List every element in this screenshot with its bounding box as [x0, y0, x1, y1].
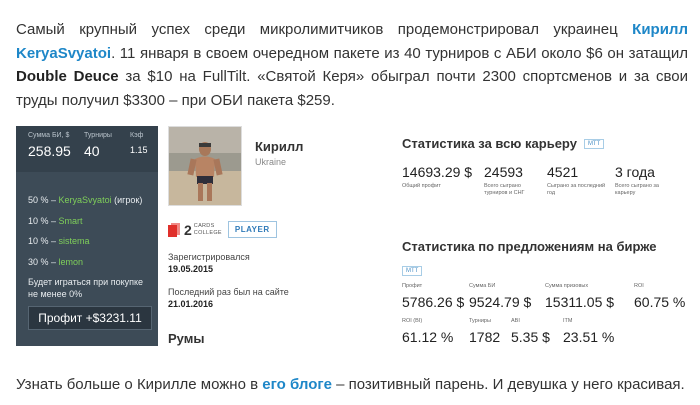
exchange-roi-bi-value: 61.12 % — [402, 329, 454, 345]
exchange-profit-value: 5786.26 $ — [402, 294, 465, 310]
exchange-roi-label: ROI — [634, 283, 644, 289]
stat-coef-label: Кэф — [130, 132, 144, 139]
cards-college-text: CARDS COLLEGE — [194, 223, 222, 236]
cards-icon — [168, 222, 180, 237]
exchange-stat-roi-bi: ROI (BI) 61.12 % — [402, 318, 453, 345]
exchange-abi-value: 5.35 $ — [511, 329, 550, 345]
exchange-tournaments-label: Турниры — [469, 318, 491, 324]
exchange-roi-value: 60.75 % — [634, 294, 686, 310]
career-stat-tournaments: 24593 Всего сыграно турниров и СНГ — [484, 164, 542, 197]
player-name: Кирилл — [255, 139, 304, 154]
career-tournaments-value: 24593 — [484, 164, 523, 180]
cards-college-logo: 2 CARDS COLLEGE — [168, 222, 222, 238]
outro-text-2: – позитивный парень. И девушка у него кр… — [331, 376, 685, 393]
exchange-mtt-tag: MTT — [402, 266, 423, 276]
share-name-link[interactable]: lemon — [59, 257, 84, 267]
share-row: 30 % – lemon — [28, 252, 142, 273]
exchange-prizes-value: 15311.05 $ — [545, 294, 615, 310]
exchange-stat-tournaments: Турниры 1782 — [469, 318, 500, 345]
player-country: Ukraine — [255, 157, 287, 167]
avatar-photo — [169, 127, 241, 205]
share-name-link[interactable]: KeryaSvyatoi — [59, 195, 112, 205]
intro-text-2: . 11 января в своем очередном пакете из … — [111, 44, 688, 62]
share-name-link[interactable]: Smart — [59, 216, 83, 226]
stat-tournaments-label: Турниры — [84, 132, 112, 139]
stat-bi-sum-label: Сумма БИ, $ — [28, 132, 70, 139]
career-profit-value: 14693.29 $ — [402, 164, 473, 180]
min-purchase-note: Будет играться при покупке не менее 0% — [28, 277, 144, 299]
share-row: 50 % – KeryaSvyatoi (игрок) — [28, 190, 142, 211]
exchange-stats-title: Статистика по предложениям на бирже — [402, 239, 657, 254]
career-tournaments-label: Всего сыграно турниров и СНГ — [484, 183, 525, 196]
exchange-itm-value: 23.51 % — [563, 329, 615, 345]
intro-paragraph: Самый крупный успех среди микролимитчико… — [16, 18, 688, 112]
cards-college-text-1: CARDS — [193, 223, 215, 229]
share-percent: 10 % – — [28, 236, 57, 246]
outro-text-1: Узнать больше о Кирилле можно в — [16, 376, 263, 393]
career-last-year-value: 4521 — [547, 164, 579, 180]
career-stat-years: 3 года Всего сыграно за карьеру — [615, 164, 667, 197]
share-percent: 50 % – — [28, 195, 57, 205]
exchange-stat-itm: ITM 23.51 % — [563, 318, 614, 345]
exchange-stats-title-text: Статистика по предложениям на бирже — [402, 239, 657, 254]
stat-tournaments-value: 40 — [84, 143, 100, 159]
registered-date: 19.05.2015 — [168, 264, 214, 274]
registered-label: Зарегистрировался — [168, 252, 250, 262]
tournament-name: Double Deuce — [16, 68, 119, 85]
cards-college-text-2: COLLEGE — [193, 229, 222, 236]
cards-college-number: 2 — [184, 221, 192, 238]
career-years-value: 3 года — [615, 164, 655, 180]
shares-list: 50 % – KeryaSvyatoi (игрок) 10 % – Smart… — [28, 190, 142, 272]
last-seen-date: 21.01.2016 — [168, 299, 214, 309]
share-row: 10 % – sistema — [28, 231, 142, 252]
package-panel: Сумма БИ, $ 258.95 Турниры 40 Кэф 1.15 5… — [16, 126, 158, 346]
exchange-bi-sum-label: Сумма БИ — [469, 283, 496, 289]
exchange-profit-label: Профит — [402, 283, 423, 289]
package-stats-bar: Сумма БИ, $ 258.95 Турниры 40 Кэф 1.15 — [16, 126, 158, 172]
career-stat-profit: 14693.29 $ Общий профит — [402, 164, 472, 190]
career-years-label: Всего сыграно за карьеру — [615, 183, 659, 196]
intro-text-1: Самый крупный успех среди микролимитчико… — [16, 21, 633, 38]
exchange-stat-abi: ABI 5.35 $ — [511, 318, 550, 345]
share-percent: 30 % – — [28, 256, 57, 267]
stat-coef: Кэф 1.15 — [130, 132, 148, 155]
career-stat-last-year: 4521 Сыграно за последний год — [547, 164, 607, 197]
exchange-bi-sum-value: 9524.79 $ — [469, 294, 532, 310]
rooms-title: Румы — [168, 331, 205, 346]
career-last-year-label: Сыграно за последний год — [547, 183, 606, 196]
blog-link[interactable]: его блоге — [262, 376, 332, 393]
exchange-stat-prizes: Сумма призовых 15311.05 $ — [545, 283, 614, 310]
exchange-roi-bi-label: ROI (BI) — [402, 318, 423, 324]
player-badges: 2 CARDS COLLEGE PLAYER — [168, 221, 277, 238]
player-badge: PLAYER — [227, 221, 277, 238]
profit-button[interactable]: Профит +$3231.11 — [28, 306, 152, 330]
career-profit-label: Общий профит — [402, 183, 441, 189]
exchange-stat-bi-sum: Сумма БИ 9524.79 $ — [469, 283, 531, 310]
exchange-stat-roi: ROI 60.75 % — [634, 283, 685, 310]
share-suffix: (игрок) — [111, 195, 143, 205]
exchange-tournaments-value: 1782 — [469, 329, 501, 345]
exchange-itm-label: ITM — [563, 318, 573, 324]
share-percent: 10 % – — [28, 215, 57, 226]
career-stats-title-text: Статистика за всю карьеру — [402, 136, 577, 151]
exchange-prizes-label: Сумма призовых — [545, 283, 589, 289]
stat-tournaments: Турниры 40 — [84, 132, 112, 159]
stat-coef-value: 1.15 — [130, 145, 148, 155]
share-row: 10 % – Smart — [28, 211, 142, 232]
stat-bi-sum-value: 258.95 — [28, 143, 71, 159]
career-stats-title: Статистика за всю карьеру MTT — [402, 136, 605, 151]
last-seen-label: Последний раз был на сайте — [168, 287, 289, 297]
stat-bi-sum: Сумма БИ, $ 258.95 — [28, 132, 71, 159]
exchange-abi-label: ABI — [511, 318, 520, 324]
exchange-stat-profit: Профит 5786.26 $ — [402, 283, 464, 310]
career-mtt-tag: MTT — [583, 138, 605, 149]
outro-paragraph: Узнать больше о Кирилле можно в его блог… — [16, 376, 685, 393]
share-name-link[interactable]: sistema — [59, 236, 90, 246]
player-avatar — [168, 126, 242, 206]
